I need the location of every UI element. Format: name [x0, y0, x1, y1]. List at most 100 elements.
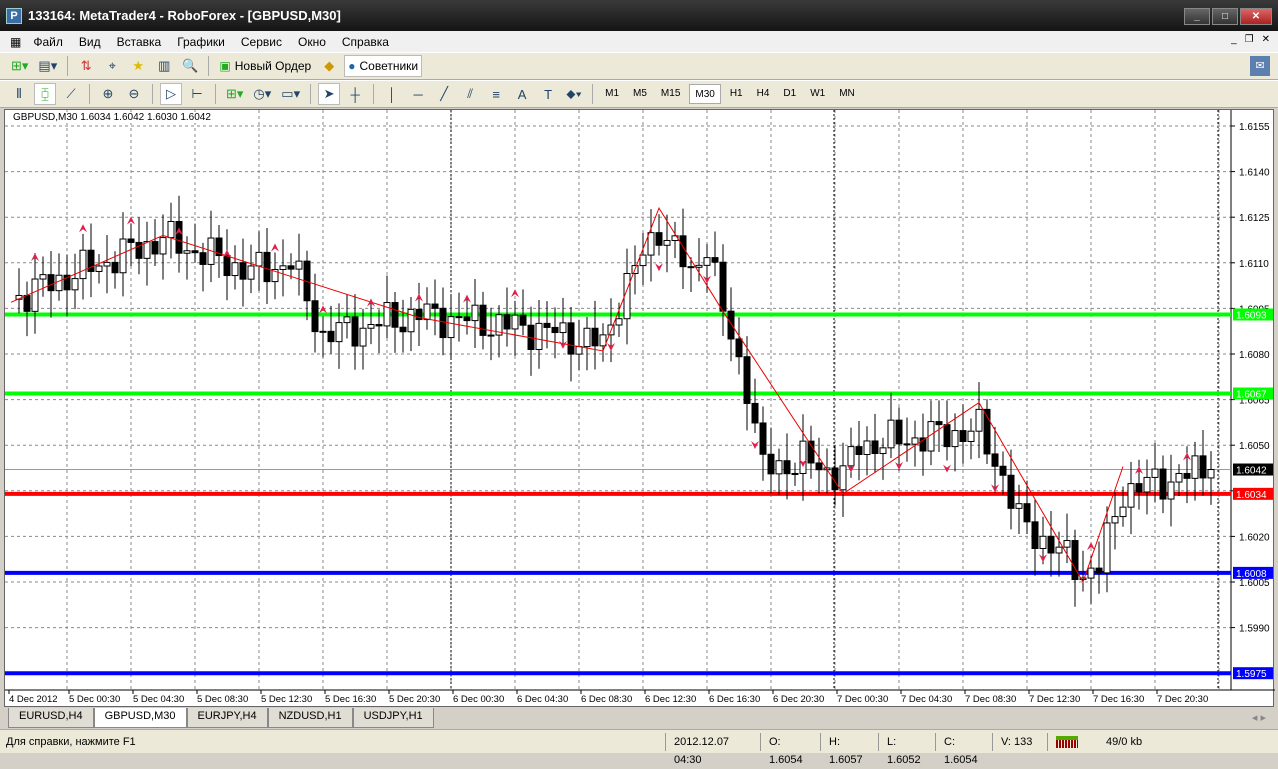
candle-bull — [703, 257, 711, 266]
x-tick-label: 5 Dec 00:30 — [69, 694, 120, 705]
candle-bear — [991, 453, 999, 467]
timeframe-m1[interactable]: M1 — [600, 84, 624, 104]
timeframe-h1[interactable]: H1 — [725, 84, 748, 104]
arrows-button[interactable]: ⬥▾ — [563, 83, 585, 105]
divider — [215, 84, 216, 104]
trendline-button[interactable]: ╱ — [433, 83, 455, 105]
zoom-in-button[interactable]: ⊕ — [97, 83, 119, 105]
candle-bear — [1023, 503, 1031, 523]
indicators-button[interactable]: ⊞▾ — [223, 83, 246, 105]
candle-bull — [1087, 567, 1095, 579]
candle-bull — [887, 419, 895, 449]
candle-bull — [511, 314, 519, 330]
candle-bear — [1199, 455, 1207, 479]
crosshair-button[interactable]: ┼ — [344, 83, 366, 105]
timeframe-m30[interactable]: M30 — [689, 84, 721, 104]
candlestick-button[interactable]: ⧮ — [34, 83, 56, 105]
vertical-line-button[interactable]: │ — [381, 83, 403, 105]
tab-nzdusd-h1[interactable]: NZDUSD,H1 — [267, 708, 353, 728]
x-tick-label: 7 Dec 08:30 — [965, 694, 1016, 705]
mdi-close-button[interactable]: ✕ — [1262, 34, 1270, 45]
mdi-minimize-button[interactable]: _ — [1231, 34, 1237, 45]
tab-usdjpy-h1[interactable]: USDJPY,H1 — [352, 708, 434, 728]
candle-bull — [975, 408, 983, 432]
line-chart-button[interactable]: ⟋ — [60, 83, 82, 105]
timeframe-mn[interactable]: MN — [834, 84, 860, 104]
tab-gbpusd-m30[interactable]: GBPUSD,M30 — [93, 708, 187, 728]
candle-bear — [1095, 567, 1103, 574]
timeframe-m15[interactable]: M15 — [656, 84, 685, 104]
divider — [152, 84, 153, 104]
menu-window[interactable]: Окно — [290, 35, 334, 49]
fractal-down-icon — [655, 263, 663, 272]
candle-bear — [935, 421, 943, 426]
timeframe-w1[interactable]: W1 — [805, 84, 830, 104]
menu-view[interactable]: Вид — [71, 35, 109, 49]
cursor-button[interactable]: ➤ — [318, 83, 341, 105]
candle-bull — [367, 324, 375, 329]
tab-eurjpy-h4[interactable]: EURJPY,H4 — [186, 708, 268, 728]
horizontal-line-button[interactable]: ─ — [407, 83, 429, 105]
close-button[interactable]: ✕ — [1240, 8, 1272, 25]
candle-bear — [191, 250, 199, 254]
tab-eurusd-h4[interactable]: EURUSD,H4 — [8, 708, 94, 728]
menu-icon[interactable]: ▦ — [10, 35, 21, 49]
menu-tools[interactable]: Сервис — [233, 35, 290, 49]
notifications-button[interactable]: ✉ — [1250, 56, 1270, 76]
candle-bull — [639, 254, 647, 267]
price-chart[interactable]: 1.61551.61401.61251.61101.60951.60801.60… — [5, 110, 1275, 708]
menu-insert[interactable]: Вставка — [109, 35, 170, 49]
candle-bull — [71, 278, 79, 291]
divider — [310, 84, 312, 104]
terminal-button[interactable]: ▥ — [153, 55, 175, 77]
market-watch-button[interactable]: ⇅ — [75, 55, 97, 77]
minimize-button[interactable]: _ — [1184, 8, 1210, 25]
fractal-down-icon — [943, 464, 951, 473]
periods-button[interactable]: ◷▾ — [250, 83, 274, 105]
crosshair-nav-button[interactable]: ⌖ — [101, 55, 123, 77]
candle-bear — [23, 294, 31, 312]
candle-bear — [711, 257, 719, 263]
candle-bull — [951, 430, 959, 448]
new-chart-button[interactable]: ⊞▾ — [8, 55, 31, 77]
fibonacci-button[interactable]: ≡ — [485, 83, 507, 105]
maximize-button[interactable]: □ — [1212, 8, 1238, 25]
tab-scroll-arrows[interactable]: ◂ ▸ — [1252, 711, 1266, 724]
experts-button[interactable]: ● Советники — [344, 55, 423, 77]
alert-icon[interactable]: ◆ — [318, 55, 340, 77]
candle-bull — [1143, 476, 1151, 493]
candle-bear — [391, 302, 399, 328]
timeframe-m5[interactable]: M5 — [628, 84, 652, 104]
title-bar: P 133164: MetaTrader4 - RoboForex - [GBP… — [0, 0, 1278, 31]
candle-bull — [967, 430, 975, 442]
templates-button[interactable]: ▭▾ — [278, 83, 303, 105]
status-low: L: 1.6052 — [878, 732, 935, 766]
chart-shift-button[interactable]: ⊢ — [186, 83, 208, 105]
timeframe-h4[interactable]: H4 — [752, 84, 775, 104]
tester-button[interactable]: 🔍 — [179, 55, 201, 77]
text-button[interactable]: A — [511, 83, 533, 105]
new-order-button[interactable]: ▣ Новый Ордер — [216, 55, 314, 77]
text-label-button[interactable]: T — [537, 83, 559, 105]
autoscroll-button[interactable]: ▷ — [160, 83, 182, 105]
favorites-button[interactable]: ★ — [127, 55, 149, 77]
x-tick-label: 6 Dec 12:30 — [645, 694, 696, 705]
chart-window[interactable]: 1.61551.61401.61251.61101.60951.60801.60… — [4, 109, 1275, 708]
candle-bear — [127, 238, 135, 243]
bar-chart-button[interactable]: ⫴ — [8, 83, 30, 105]
candle-bear — [999, 465, 1007, 476]
zoom-out-button[interactable]: ⊖ — [123, 83, 145, 105]
equidistant-channel-button[interactable]: ⫽ — [459, 83, 481, 105]
menu-file[interactable]: Файл — [25, 35, 71, 49]
candle-bear — [223, 255, 231, 277]
status-datetime: 2012.12.07 04:30 — [665, 732, 760, 766]
menu-charts[interactable]: Графики — [169, 35, 233, 49]
candle-bull — [79, 249, 87, 280]
profiles-button[interactable]: ▤▾ — [35, 55, 60, 77]
x-tick-label: 5 Dec 08:30 — [197, 694, 248, 705]
candle-bear — [1007, 474, 1015, 509]
y-tick-label: 1.6140 — [1239, 168, 1270, 179]
timeframe-d1[interactable]: D1 — [778, 84, 801, 104]
menu-help[interactable]: Справка — [334, 35, 397, 49]
mdi-restore-button[interactable]: ❐ — [1245, 34, 1254, 45]
